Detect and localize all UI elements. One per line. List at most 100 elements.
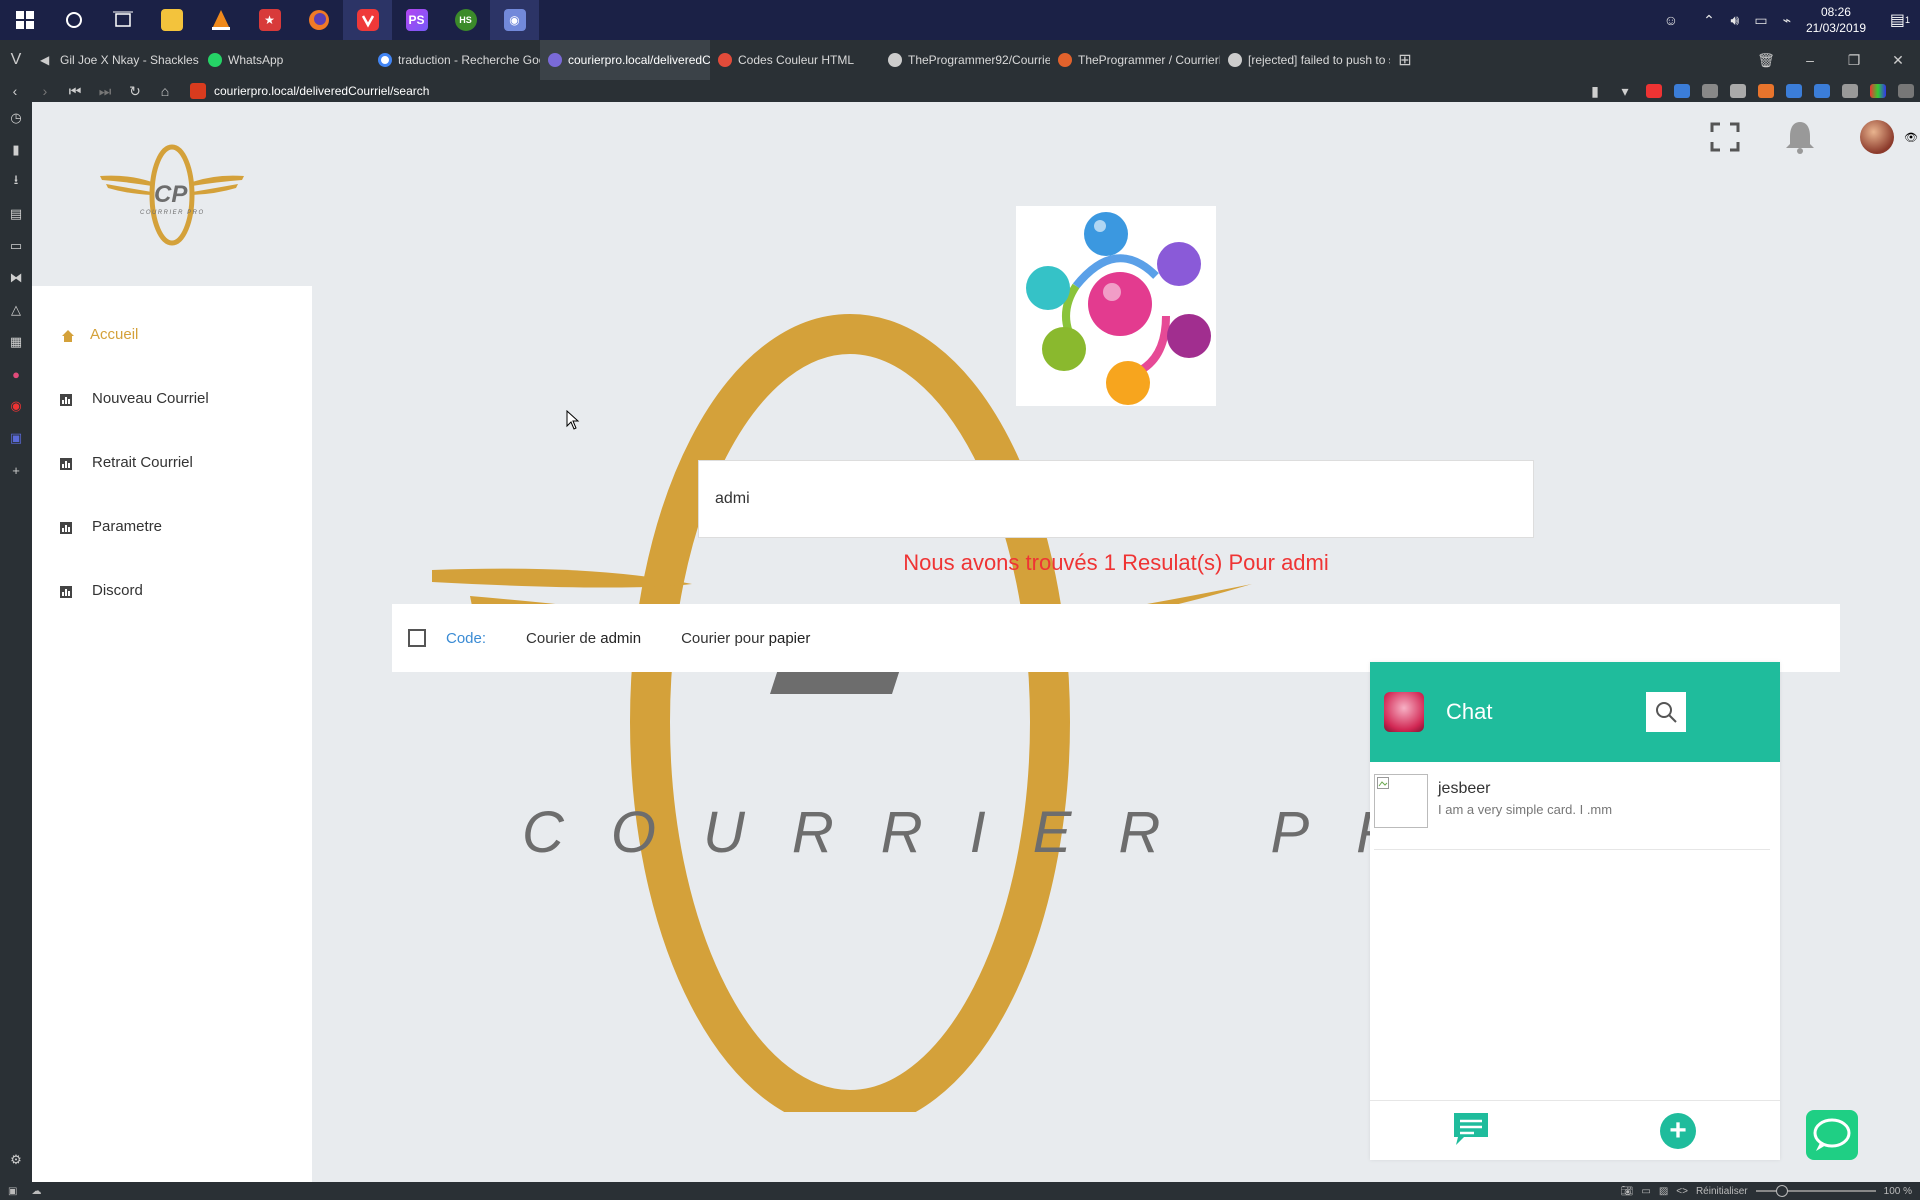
browser-tab[interactable]: TheProgrammer / CourrierP xyxy=(1050,40,1220,80)
browser-tab-active[interactable]: courierpro.local/deliveredCo xyxy=(540,40,710,80)
chat-add-button[interactable]: + xyxy=(1660,1113,1696,1149)
messages-icon[interactable] xyxy=(1452,1111,1490,1147)
result-item-b-prefix: Courier pour xyxy=(681,629,769,647)
input-icon[interactable]: ⌁ xyxy=(1774,12,1800,29)
extension-icon[interactable] xyxy=(1702,84,1718,98)
taskbar-app-hs[interactable]: HS xyxy=(441,0,490,40)
people-icon[interactable]: ☺ xyxy=(1658,12,1684,28)
taskbar-app-red[interactable]: ★ xyxy=(245,0,294,40)
browser-tab[interactable]: traduction - Recherche Goo xyxy=(370,40,540,80)
volume-icon[interactable]: 🔊︎ xyxy=(1722,12,1748,29)
panel-toggle-icon[interactable]: ▣ xyxy=(8,1186,17,1197)
browser-tab[interactable]: ◀ Gil Joe X Nkay - Shackles (Ly xyxy=(32,40,200,80)
trash-icon[interactable]: 🗑︎ xyxy=(1744,52,1788,69)
taskbar-app-phpstorm[interactable]: PS xyxy=(392,0,441,40)
file-explorer-icon xyxy=(160,9,183,31)
system-clock[interactable]: 08:26 21/03/2019 xyxy=(1806,4,1866,36)
windows-taskbar: ★ PS HS ◉ ☺ ⌃ 🔊︎ ▭ ⌁ 08:26 21/03/2019 ▤ … xyxy=(0,0,1920,40)
bookmarks-icon[interactable]: ▮ xyxy=(0,134,32,166)
contact-image-placeholder xyxy=(1374,774,1428,828)
zoom-knob[interactable] xyxy=(1775,1185,1788,1197)
extension-icon[interactable] xyxy=(1814,84,1830,98)
search-input[interactable]: admi xyxy=(698,460,1534,538)
chat-user-avatar[interactable] xyxy=(1384,692,1424,732)
capture-icon[interactable]: 📷︎ xyxy=(1621,1186,1634,1197)
vivaldi-menu-button[interactable]: V xyxy=(0,51,32,69)
panel-app-icon[interactable]: △ xyxy=(0,294,32,326)
sidebar-item-nouveau-courriel[interactable]: Nouveau Courriel xyxy=(60,390,209,407)
minimize-button[interactable]: – xyxy=(1788,52,1832,68)
zoom-slider[interactable] xyxy=(1755,1185,1876,1197)
zoom-reset-button[interactable]: Réinitialiser xyxy=(1696,1186,1748,1197)
rewind-button[interactable]: ⏮ xyxy=(60,83,90,100)
browser-tab[interactable]: [rejected] failed to push to s xyxy=(1220,40,1390,80)
maximize-button[interactable]: ❐ xyxy=(1832,52,1876,69)
back-button[interactable]: ‹ xyxy=(0,83,30,99)
cloud-icon[interactable]: ☁ xyxy=(31,1186,41,1197)
downloads-icon[interactable]: ⭳ xyxy=(0,166,32,198)
window-panel-icon[interactable]: ▭ xyxy=(0,230,32,262)
chat-search-button[interactable] xyxy=(1646,692,1686,732)
panel-app-icon[interactable]: ⧓ xyxy=(0,262,32,294)
new-tab-button[interactable]: ⊞ xyxy=(1390,50,1420,70)
sidebar-item-parametre[interactable]: Parametre xyxy=(60,518,162,535)
taskbar-app-firefox[interactable] xyxy=(294,0,343,40)
panel-app-icon[interactable]: ● xyxy=(0,358,32,390)
search-input-value: admi xyxy=(715,490,750,507)
windows-start-button[interactable] xyxy=(0,0,49,40)
taskbar-app-vlc[interactable] xyxy=(196,0,245,40)
bell-icon[interactable] xyxy=(1784,120,1816,154)
browser-tab[interactable]: TheProgrammer92/Courrier xyxy=(880,40,1050,80)
extension-icon[interactable] xyxy=(1758,84,1774,98)
result-checkbox[interactable] xyxy=(408,629,426,647)
history-icon[interactable]: ◷ xyxy=(0,102,32,134)
floating-chat-button[interactable] xyxy=(1806,1110,1858,1160)
code-icon[interactable]: <> xyxy=(1676,1186,1688,1197)
tiling-icon[interactable]: ▭ xyxy=(1641,1186,1650,1197)
courrier-pro-logo[interactable]: CP COURRIER PRO xyxy=(98,140,248,250)
chevron-up-icon[interactable]: ⌃ xyxy=(1696,12,1722,29)
images-icon[interactable]: ▨ xyxy=(1659,1186,1668,1197)
extension-icon[interactable] xyxy=(1898,84,1914,98)
github-icon xyxy=(888,53,902,67)
eye-icon[interactable]: 👁︎ xyxy=(1904,131,1918,144)
user-avatar[interactable] xyxy=(1860,120,1895,154)
sidebar-item-discord[interactable]: Discord xyxy=(60,582,143,599)
dropdown-icon[interactable]: ▾ xyxy=(1610,83,1640,100)
result-code-link[interactable]: Code: xyxy=(446,630,486,647)
url-field[interactable]: courierpro.local/deliveredCourriel/searc… xyxy=(190,83,429,99)
network-icon[interactable]: ▭ xyxy=(1748,12,1774,29)
browser-side-panel: ◷ ▮ ⭳ ▤ ▭ ⧓ △ ▦ ● ◉ ▣ + ⚙ xyxy=(0,102,32,1182)
extension-icon[interactable] xyxy=(1786,84,1802,98)
forward-button[interactable]: › xyxy=(30,83,60,99)
extension-icon[interactable] xyxy=(1646,84,1662,98)
panel-app-icon[interactable]: ◉ xyxy=(0,390,32,422)
browser-tab[interactable]: Codes Couleur HTML xyxy=(710,40,880,80)
action-center-button[interactable]: ▤ 1 xyxy=(1880,0,1920,40)
reload-button[interactable]: ↻ xyxy=(120,83,150,100)
sidebar-item-retrait-courriel[interactable]: Retrait Courriel xyxy=(60,454,193,471)
task-view-button[interactable] xyxy=(98,0,147,40)
extension-icon[interactable] xyxy=(1674,84,1690,98)
settings-gear-icon[interactable]: ⚙ xyxy=(0,1144,32,1176)
panel-app-icon[interactable]: ▦ xyxy=(0,326,32,358)
extension-icon[interactable] xyxy=(1730,84,1746,98)
site-info-icon[interactable] xyxy=(190,83,206,99)
extension-icon[interactable] xyxy=(1842,84,1858,98)
home-button[interactable]: ⌂ xyxy=(150,83,180,99)
taskbar-app-file-explorer[interactable] xyxy=(147,0,196,40)
close-window-button[interactable]: ✕ xyxy=(1876,52,1920,69)
extension-icon[interactable] xyxy=(1870,84,1886,98)
fast-forward-button[interactable]: ⏭ xyxy=(90,83,120,100)
cortana-button[interactable] xyxy=(49,0,98,40)
notes-icon[interactable]: ▤ xyxy=(0,198,32,230)
taskbar-app-vivaldi[interactable] xyxy=(343,0,392,40)
bookmark-icon[interactable]: ▮ xyxy=(1580,83,1610,100)
sidebar-item-accueil[interactable]: Accueil xyxy=(62,326,138,343)
panel-app-icon[interactable]: ▣ xyxy=(0,422,32,454)
taskbar-app-discord[interactable]: ◉ xyxy=(490,0,539,40)
browser-tab[interactable]: WhatsApp xyxy=(200,40,370,80)
fullscreen-icon[interactable] xyxy=(1710,122,1740,152)
chat-contact-item[interactable]: jesbeer I am a very simple card. I .mm xyxy=(1374,774,1770,850)
add-panel-icon[interactable]: + xyxy=(0,454,32,486)
